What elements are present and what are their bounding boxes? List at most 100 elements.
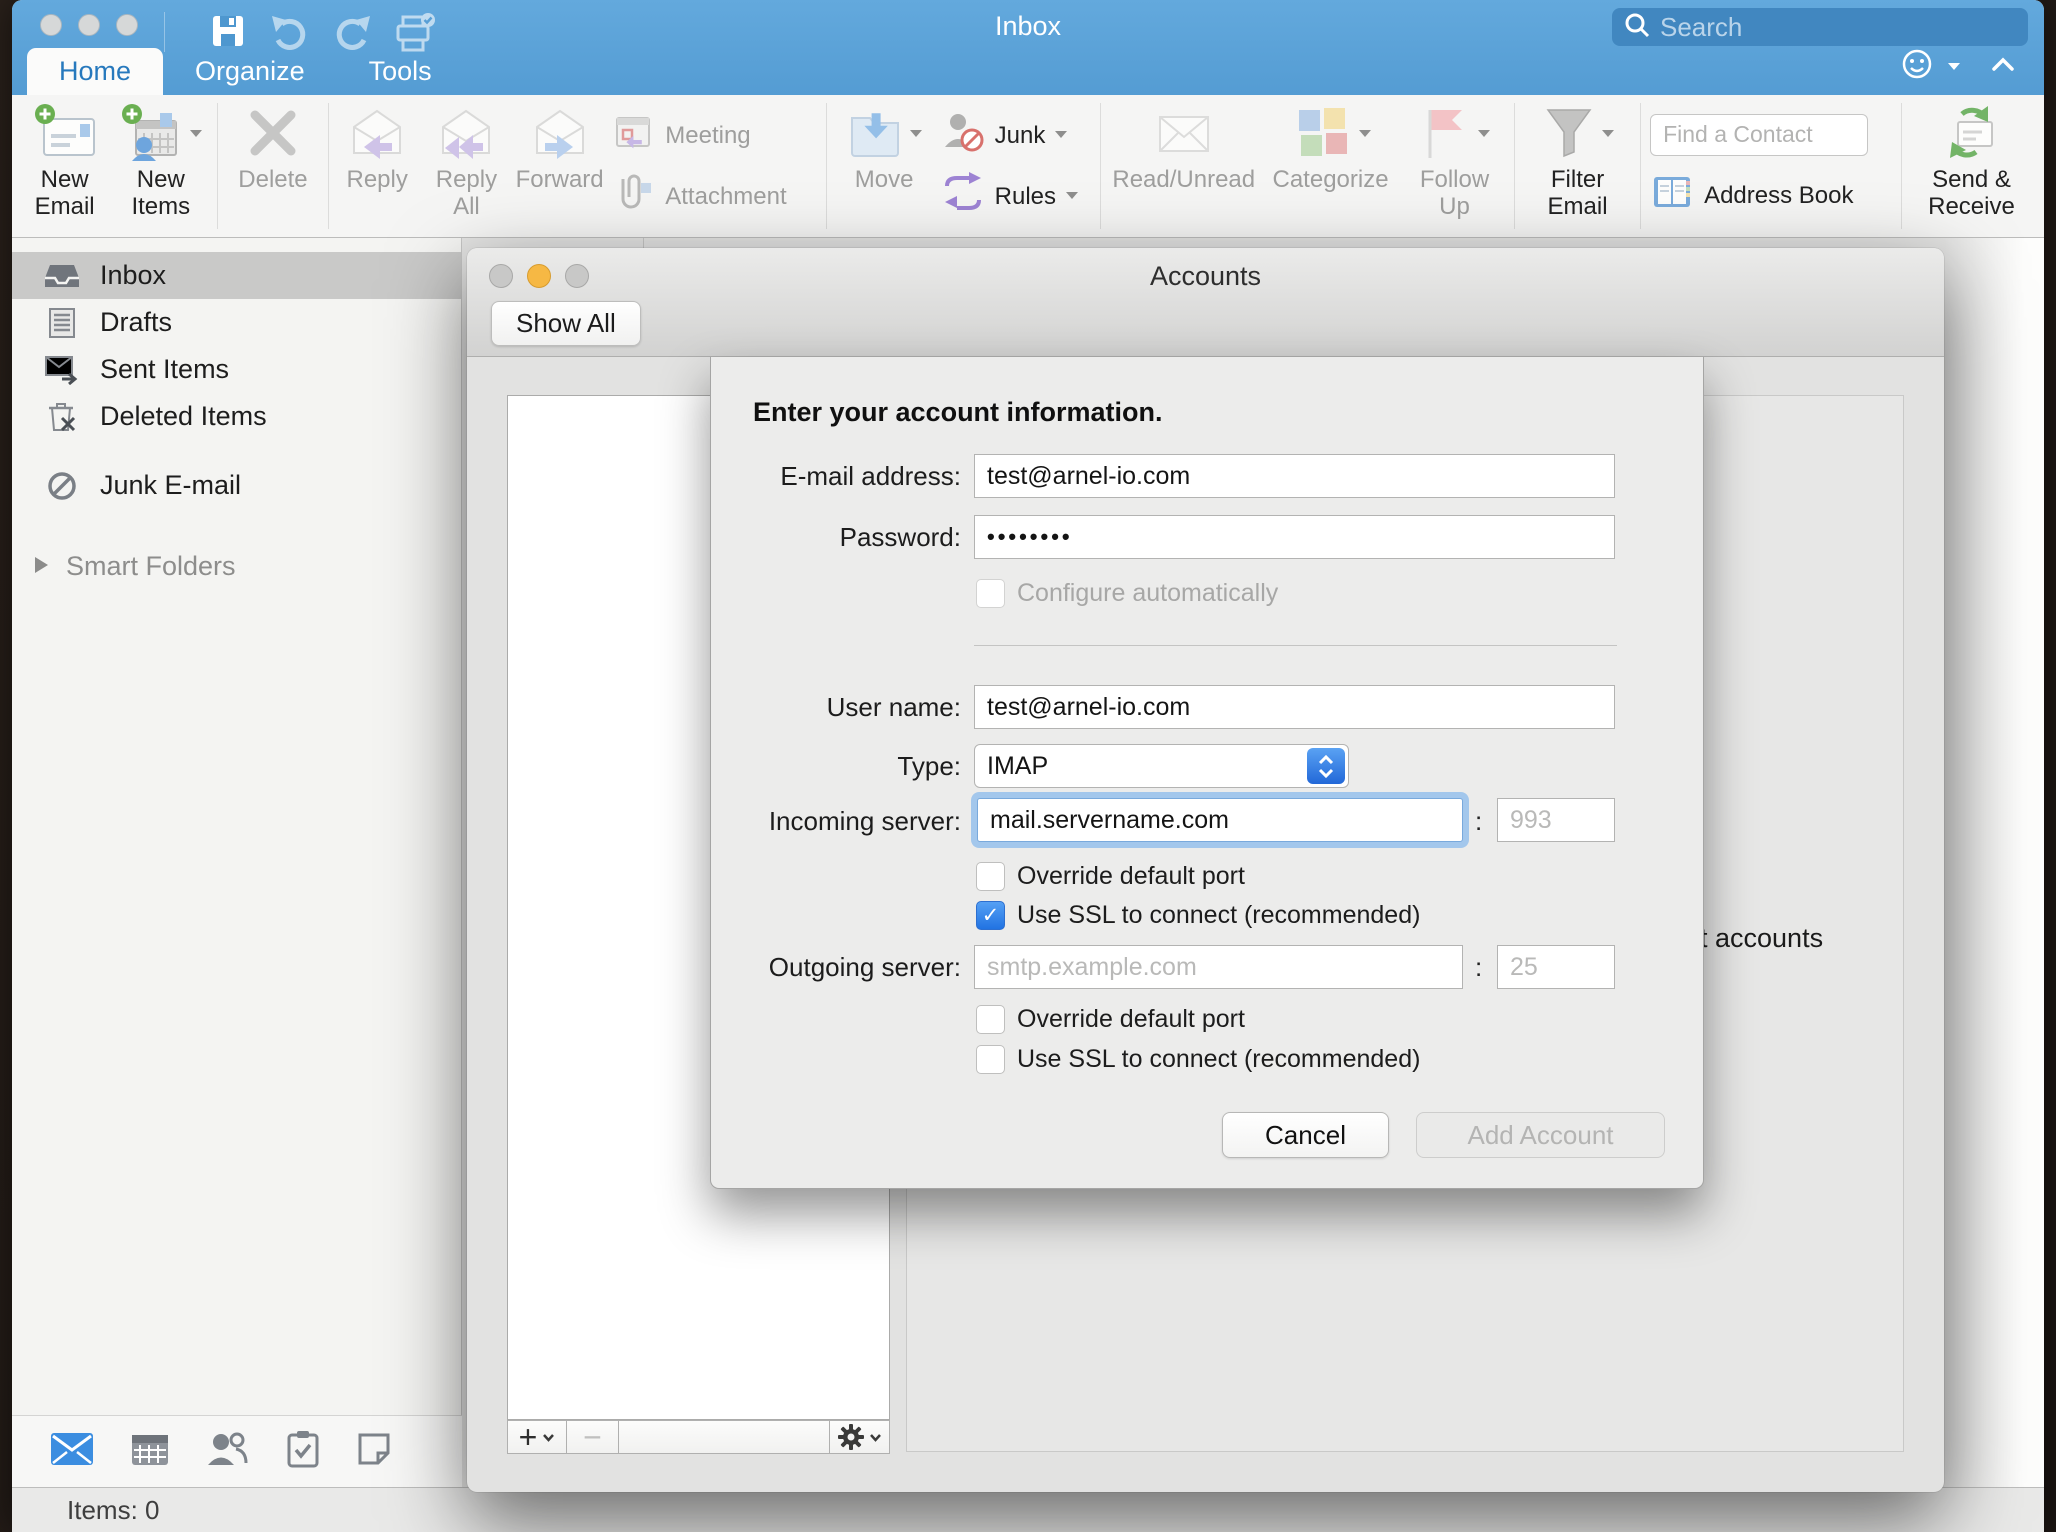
checkbox-icon [976, 579, 1005, 608]
categorize-icon [1291, 100, 1371, 166]
checkbox-checked-icon: ✓ [976, 901, 1005, 930]
add-account-button[interactable]: Add Account [1416, 1112, 1665, 1158]
remove-account-button[interactable]: − [567, 1420, 619, 1454]
outgoing-port-field[interactable] [1497, 945, 1615, 989]
calendar-module-icon[interactable] [130, 1431, 170, 1472]
plus-icon: + [519, 1422, 538, 1452]
configure-automatically-checkbox[interactable]: Configure automatically [976, 579, 1278, 608]
sidebar-item-drafts[interactable]: Drafts [12, 299, 461, 346]
junk-caret [1055, 131, 1067, 144]
forward-button[interactable]: Forward [512, 95, 607, 237]
sidebar-item-deleted[interactable]: Deleted Items [12, 393, 461, 440]
password-field[interactable] [974, 515, 1615, 559]
outgoing-server-label: Outgoing server: [711, 945, 961, 989]
rules-label: Rules [995, 183, 1056, 211]
sidebar-item-junk[interactable]: Junk E-mail [12, 462, 461, 509]
search-box[interactable] [1612, 8, 2028, 46]
send-receive-icon [1940, 100, 2002, 166]
search-input[interactable] [1660, 12, 2016, 43]
read-unread-icon [1152, 100, 1216, 166]
checkbox-icon [976, 1005, 1005, 1034]
outgoing-port-separator: : [1475, 945, 1482, 989]
reply-all-button[interactable]: Reply All [421, 95, 512, 237]
cancel-button[interactable]: Cancel [1222, 1112, 1389, 1158]
outgoing-server-field[interactable] [974, 945, 1463, 989]
show-all-button[interactable]: Show All [491, 301, 641, 346]
sidebar-item-label: Drafts [100, 307, 172, 338]
collapse-ribbon-icon[interactable] [1990, 55, 2016, 78]
tab-organize[interactable]: Organize [163, 48, 337, 95]
send-receive-label: Send & Receive [1926, 166, 2016, 220]
incoming-port-field[interactable] [1497, 798, 1615, 842]
delete-button[interactable]: Delete [223, 95, 322, 237]
disclosure-triangle-icon[interactable] [32, 551, 50, 582]
minus-icon: − [583, 1422, 602, 1452]
filter-email-caret [1602, 130, 1614, 143]
chevron-down-icon [869, 1433, 882, 1442]
add-account-menu-button[interactable]: + [507, 1420, 567, 1454]
tasks-module-icon[interactable] [286, 1430, 320, 1473]
gear-icon [838, 1424, 864, 1450]
incoming-override-port-label: Override default port [1017, 862, 1245, 891]
meeting-label: Meeting [665, 122, 750, 150]
sidebar-item-inbox[interactable]: Inbox [12, 252, 461, 299]
new-items-button[interactable]: New Items [109, 95, 212, 237]
junk-button[interactable]: Junk [941, 111, 1092, 160]
incoming-override-port-checkbox[interactable]: Override default port [976, 862, 1245, 891]
desktop: Inbox Home Organize Tools [0, 0, 2056, 1532]
rules-button[interactable]: Rules [941, 172, 1092, 221]
username-field[interactable] [974, 685, 1615, 729]
inbox-icon [44, 261, 80, 291]
new-email-button[interactable]: New Email [20, 95, 109, 237]
incoming-server-field[interactable] [977, 798, 1463, 842]
filter-email-label: Filter Email [1546, 166, 1610, 220]
account-actions-button[interactable] [830, 1420, 890, 1454]
smiley-feedback-icon[interactable] [1900, 47, 1934, 86]
forward-label: Forward [516, 166, 604, 193]
junk-folder-icon [44, 470, 80, 502]
outgoing-use-ssl-checkbox[interactable]: Use SSL to connect (recommended) [976, 1045, 1420, 1074]
smiley-dropdown-caret[interactable] [1948, 63, 1960, 76]
read-unread-button[interactable]: Read/Unread [1106, 95, 1261, 237]
people-module-icon[interactable] [206, 1431, 250, 1472]
attachment-button[interactable]: Attachment [611, 173, 816, 220]
move-button[interactable]: Move [832, 95, 937, 237]
section-divider [974, 645, 1617, 646]
follow-up-button[interactable]: Follow Up [1400, 95, 1509, 237]
mail-module-icon[interactable] [50, 1432, 94, 1471]
meeting-button[interactable]: Meeting [611, 112, 816, 159]
new-items-caret [190, 130, 202, 143]
address-book-button[interactable]: Address Book [1650, 173, 1892, 218]
send-receive-button[interactable]: Send & Receive [1907, 95, 2036, 237]
username-label: User name: [711, 685, 961, 729]
follow-up-caret [1478, 130, 1490, 143]
tab-tools[interactable]: Tools [337, 48, 464, 95]
follow-up-icon [1420, 100, 1490, 166]
categorize-button[interactable]: Categorize [1261, 95, 1400, 237]
incoming-use-ssl-checkbox[interactable]: ✓ Use SSL to connect (recommended) [976, 901, 1420, 930]
notes-module-icon[interactable] [356, 1431, 392, 1472]
outgoing-use-ssl-label: Use SSL to connect (recommended) [1017, 1045, 1420, 1074]
stepper-icon[interactable] [1307, 748, 1345, 784]
outgoing-override-port-checkbox[interactable]: Override default port [976, 1005, 1245, 1034]
find-contact-input[interactable] [1650, 114, 1868, 156]
sidebar-item-label: Sent Items [100, 354, 229, 385]
reply-button[interactable]: Reply [334, 95, 421, 237]
email-field[interactable] [974, 454, 1615, 498]
follow-up-label: Follow Up [1419, 166, 1491, 220]
accounts-window-title: Accounts [467, 261, 1944, 292]
sidebar-smart-folders[interactable]: Smart Folders [12, 543, 461, 590]
new-email-label: New Email [32, 166, 98, 220]
toolbar-spacer [619, 1420, 830, 1454]
type-select[interactable]: IMAP [974, 744, 1349, 788]
sidebar-item-sent[interactable]: Sent Items [12, 346, 461, 393]
forward-icon [529, 100, 591, 166]
checkbox-icon [976, 1045, 1005, 1074]
configure-automatically-label: Configure automatically [1017, 579, 1278, 608]
delete-icon [245, 100, 301, 166]
filter-email-button[interactable]: Filter Email [1520, 95, 1635, 237]
tab-home[interactable]: Home [27, 48, 163, 95]
reading-pane [1944, 238, 2044, 1487]
new-items-label: New Items [126, 166, 196, 220]
categorize-caret [1359, 130, 1371, 143]
